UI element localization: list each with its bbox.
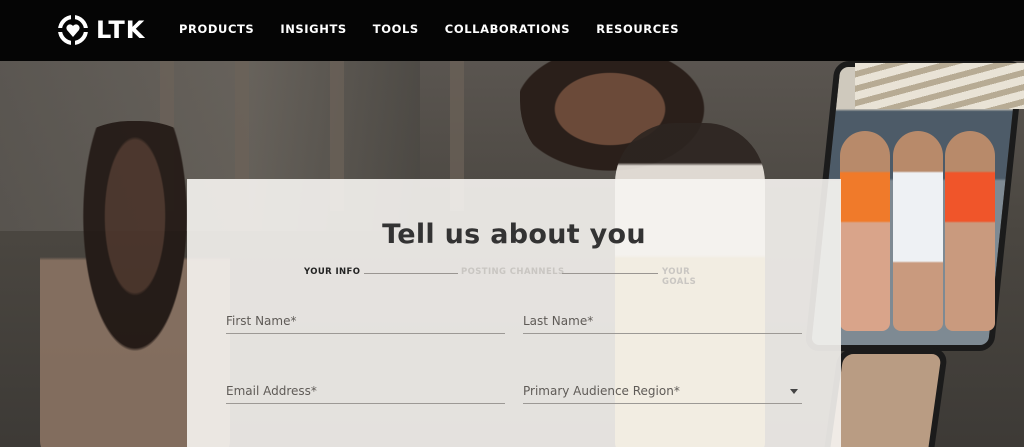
main-nav: PRODUCTS INSIGHTS TOOLS COLLABORATIONS R… [179,22,705,36]
region-select[interactable] [523,380,802,404]
logo-text: LTK [96,16,146,44]
nav-tools[interactable]: TOOLS [373,22,419,36]
nav-products[interactable]: PRODUCTS [179,22,254,36]
ltk-logo[interactable]: LTK [57,13,145,47]
nav-resources[interactable]: RESOURCES [596,22,679,36]
site-header: LTK PRODUCTS INSIGHTS TOOLS COLLABORATIO… [0,0,1024,61]
chevron-down-icon[interactable] [790,389,798,394]
woman-figure [945,131,995,331]
email-input[interactable] [226,380,505,402]
step-your-goals: YOUR GOALS [662,267,697,287]
nav-insights[interactable]: INSIGHTS [280,22,346,36]
ltk-logo-icon [58,15,88,45]
step-your-info: YOUR INFO [304,267,361,277]
first-name-input[interactable] [226,310,505,332]
step-connector [364,273,458,274]
region-select-input[interactable] [523,380,802,402]
woman-figure [840,131,890,331]
nav-collaborations[interactable]: COLLABORATIONS [445,22,570,36]
email-field [226,380,505,404]
step-connector [562,273,658,274]
last-name-input[interactable] [523,310,802,332]
step-posting-channels: POSTING CHANNELS [461,267,565,277]
signup-form-panel: Tell us about you YOUR INFO POSTING CHAN… [187,179,841,447]
last-name-field [523,310,802,334]
form-stepper: YOUR INFO POSTING CHANNELS YOUR GOALS [304,267,724,287]
striped-awning [855,63,1024,109]
form-title: Tell us about you [382,219,646,250]
first-name-field [226,310,505,334]
woman-figure [893,131,943,331]
